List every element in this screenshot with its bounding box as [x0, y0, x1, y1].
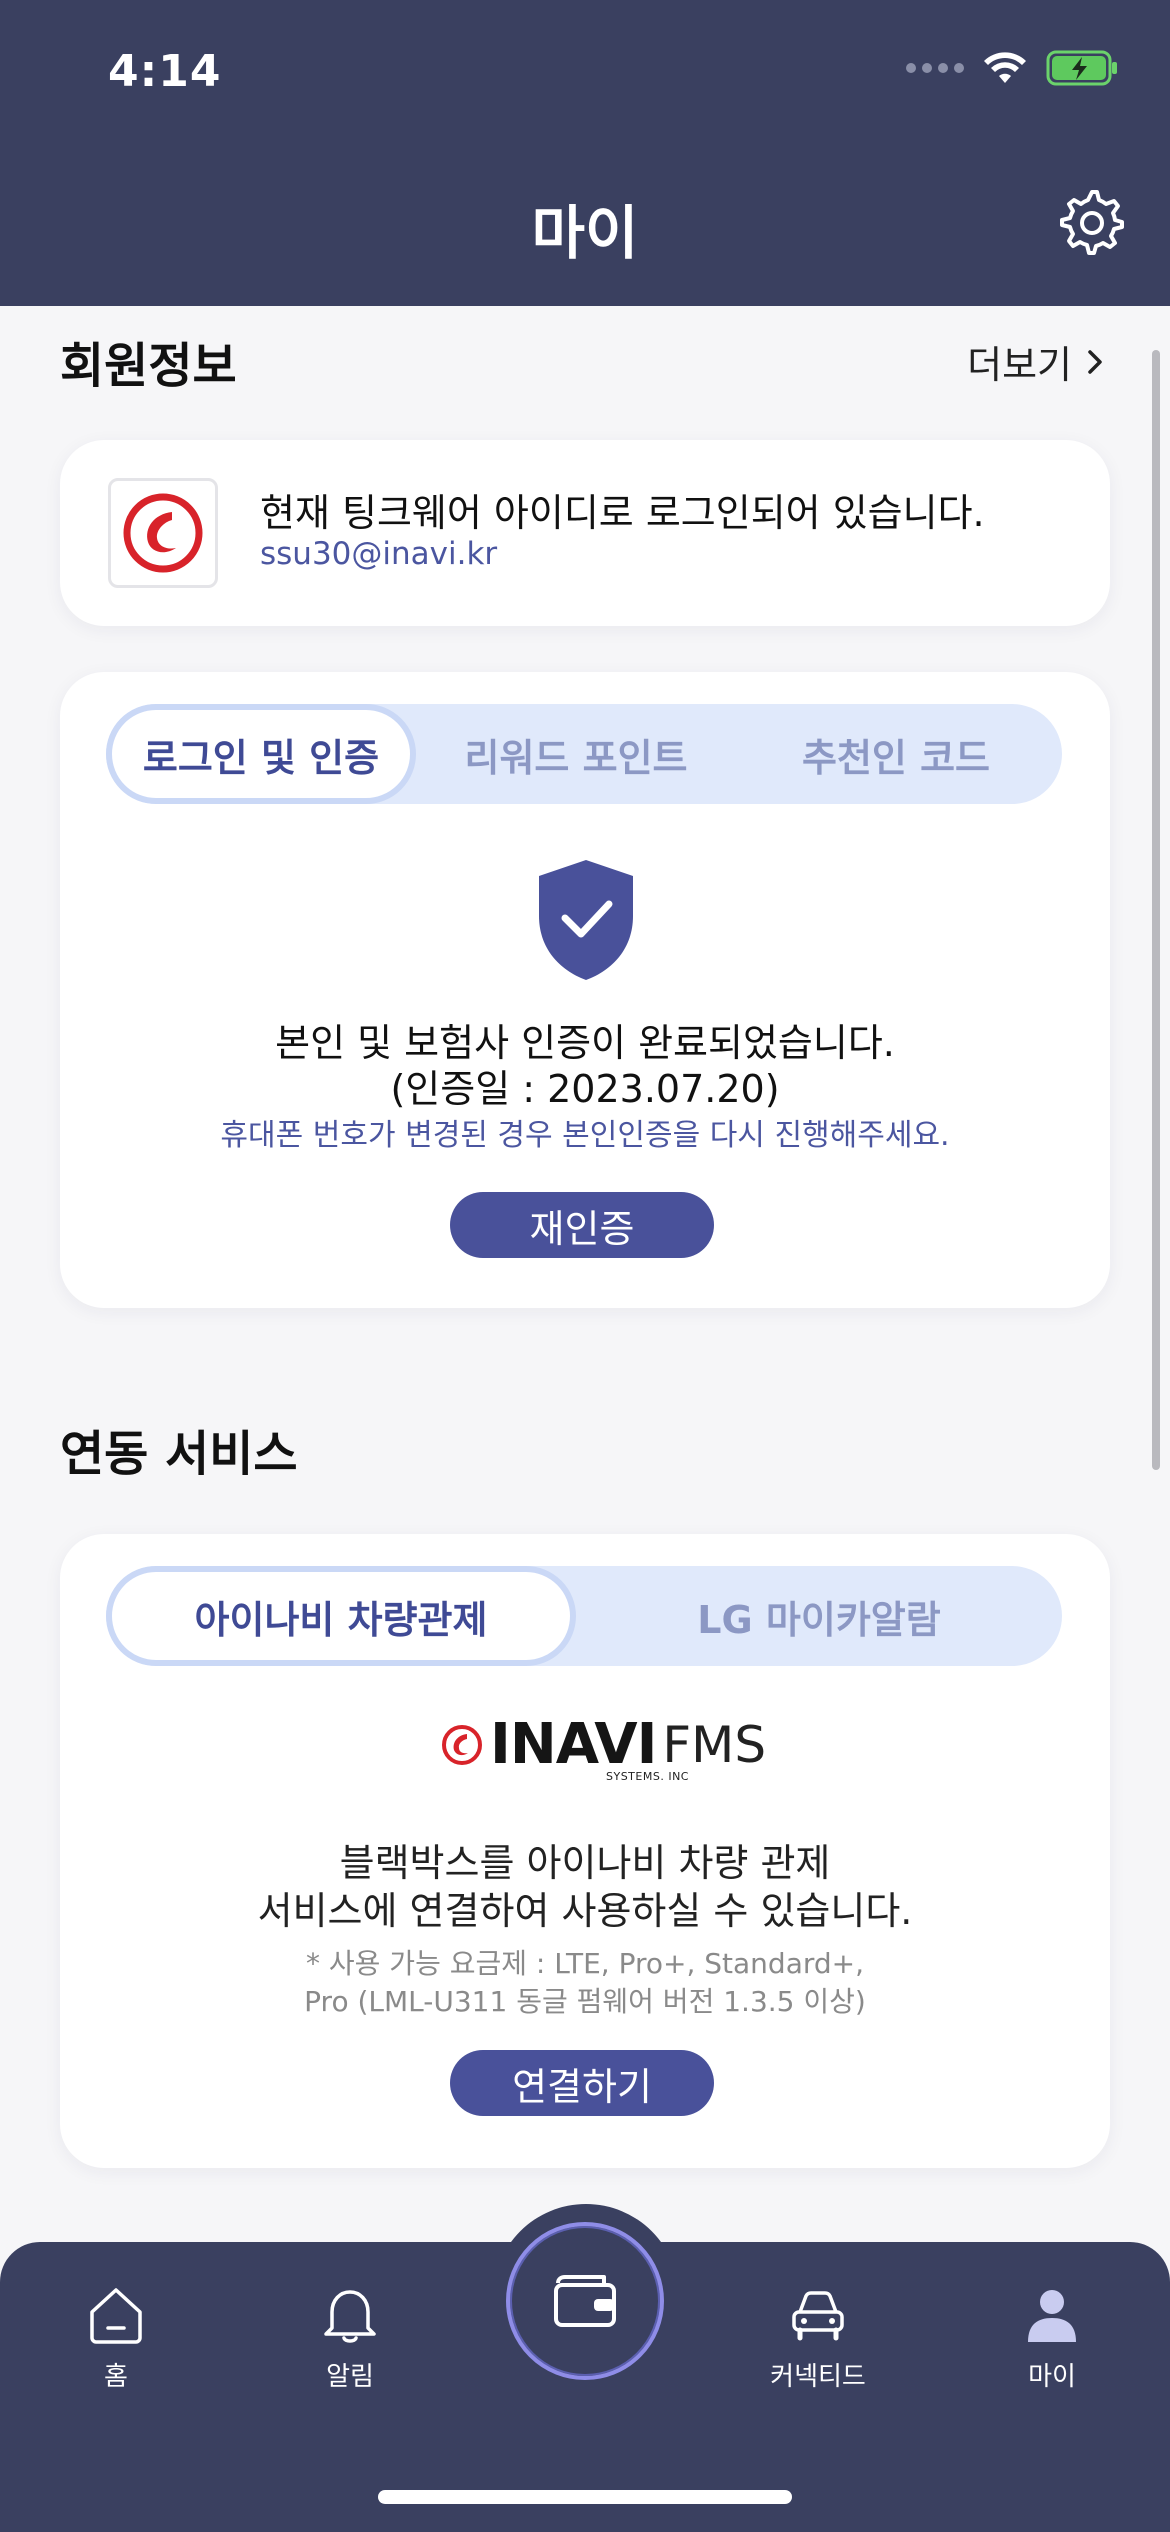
home-indicator — [378, 2490, 792, 2504]
nav-label-connected: 커넥티드 — [770, 2362, 866, 2392]
nav-item-connected[interactable]: 커넥티드 — [748, 2282, 888, 2393]
connect-button[interactable]: 연결하기 — [450, 2050, 714, 2116]
plan-note-line1: * 사용 가능 요금제 : LTE, Pro+, Standard+, — [305, 1947, 865, 1980]
person-icon — [1028, 2290, 1076, 2342]
member-section-title: 회원정보 — [60, 338, 237, 394]
tab-referral-code[interactable]: 추천인 코드 — [736, 704, 1056, 804]
login-status-text: 현재 팅크웨어 아이디로 로그인되어 있습니다. — [260, 491, 985, 535]
shield-check-icon — [539, 860, 633, 980]
scrollbar[interactable] — [1152, 350, 1160, 1470]
brand-logo-icon — [123, 493, 203, 573]
tab-lg-mycar-alarm[interactable]: LG 마이카알람 — [576, 1566, 1062, 1666]
signal-icon — [906, 63, 964, 73]
chevron-right-icon — [1088, 349, 1102, 374]
nav-label-my: 마이 — [1028, 2362, 1076, 2392]
service-description-line2: 서비스에 연결하여 사용하실 수 있습니다. — [257, 1889, 913, 1933]
nav-item-alerts[interactable]: 알림 — [280, 2282, 420, 2393]
auth-date: (인증일 : 2023.07.20) — [390, 1067, 780, 1111]
fms-brand: INAVI — [490, 1712, 657, 1777]
link-section-title: 연동 서비스 — [60, 1426, 298, 1482]
link-card: 아이나비 차량관제 LG 마이카알람 INAVI FMS SYSTEMS. IN… — [60, 1534, 1110, 2168]
member-card: 현재 팅크웨어 아이디로 로그인되어 있습니다. ssu30@inavi.kr — [60, 440, 1110, 626]
battery-icon — [1046, 50, 1117, 86]
service-description-line1: 블랙박스를 아이나비 차량 관제 — [339, 1841, 831, 1885]
member-email: ssu30@inavi.kr — [260, 536, 498, 572]
nav-item-home[interactable]: 홈 — [46, 2282, 186, 2393]
thinkware-logo — [108, 478, 218, 588]
service-tabs: 아이나비 차량관제 LG 마이카알람 — [106, 1566, 1062, 1666]
tab-inavi-fleet[interactable]: 아이나비 차량관제 — [106, 1566, 576, 1666]
nav-item-my[interactable]: 마이 — [982, 2282, 1122, 2393]
page-title: 마이 — [531, 199, 639, 267]
plan-note-line2: Pro (LML-U311 동글 펌웨어 버전 1.3.5 이상) — [304, 1985, 866, 2018]
status-icons — [906, 50, 1118, 86]
settings-button[interactable] — [1052, 182, 1132, 262]
fms-suffix: FMS — [662, 1715, 767, 1774]
gear-icon — [1060, 190, 1124, 255]
header-bar: 4:14 마이 — [0, 0, 1170, 306]
wallet-button[interactable] — [506, 2222, 664, 2380]
tab-login-auth[interactable]: 로그인 및 인증 — [106, 704, 416, 804]
wallet-icon — [554, 2275, 616, 2327]
nav-label-home: 홈 — [104, 2362, 128, 2392]
status-time: 4:14 — [108, 46, 222, 97]
auth-hint: 휴대폰 번호가 변경된 경우 본인인증을 다시 진행해주세요. — [220, 1118, 950, 1153]
nav-label-alerts: 알림 — [326, 2362, 374, 2392]
auth-tabs: 로그인 및 인증 리워드 포인트 추천인 코드 — [106, 704, 1062, 804]
auth-card: 로그인 및 인증 리워드 포인트 추천인 코드 본인 및 보험사 인증이 완료되… — [60, 672, 1110, 1308]
fms-subtitle: SYSTEMS. INC — [606, 1770, 689, 1783]
more-label: 더보기 — [967, 343, 1072, 387]
home-icon — [90, 2288, 142, 2344]
more-link[interactable]: 더보기 — [967, 334, 1104, 389]
bell-icon — [324, 2290, 376, 2343]
reauth-button[interactable]: 재인증 — [450, 1192, 714, 1258]
inavi-logo-icon — [442, 1724, 482, 1765]
car-icon — [792, 2291, 844, 2341]
screen: 4:14 마이 회원정보 더보기 현재 팅크웨어 아이디로 로그인되어 있습니다… — [0, 0, 1170, 2532]
tab-reward-points[interactable]: 리워드 포인트 — [416, 704, 736, 804]
inavi-fms-logo: INAVI FMS — [440, 1712, 766, 1777]
wifi-icon — [984, 52, 1026, 83]
